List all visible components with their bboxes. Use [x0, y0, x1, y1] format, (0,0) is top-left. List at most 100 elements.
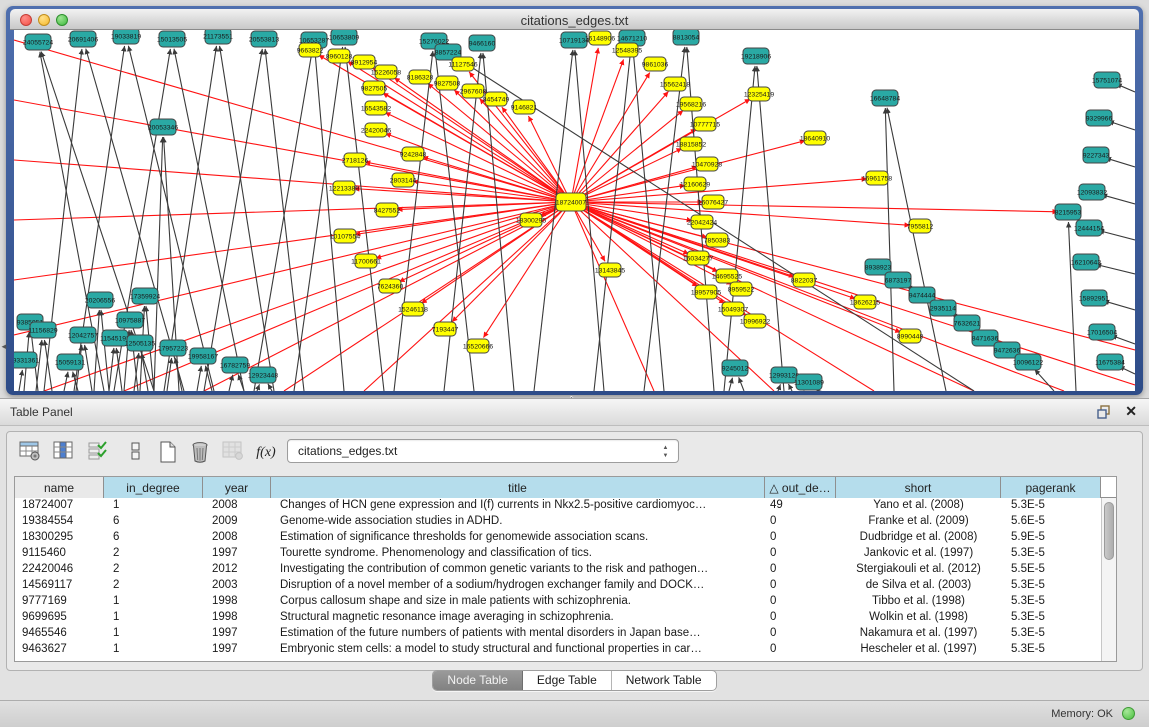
- graph-edge[interactable]: [64, 372, 68, 391]
- graph-node[interactable]: 8959522: [728, 282, 755, 296]
- cell-title[interactable]: Estimation of the future numbers of pati…: [271, 626, 765, 642]
- column-header-title[interactable]: title: [271, 477, 765, 498]
- graph-edge[interactable]: [778, 384, 780, 391]
- graph-node[interactable]: 16543582: [361, 101, 391, 115]
- table-settings-icon[interactable]: [17, 440, 43, 466]
- cell-in_degree[interactable]: 1: [104, 642, 203, 658]
- cell-name[interactable]: 18300295: [15, 530, 104, 546]
- graph-node[interactable]: 19568216: [676, 97, 706, 111]
- cell-short[interactable]: Nakamura et al. (1997): [836, 626, 1001, 642]
- graph-node[interactable]: 15892951: [1079, 290, 1109, 306]
- graph-edge[interactable]: [14, 202, 571, 220]
- graph-edge[interactable]: [729, 378, 732, 391]
- graph-edge[interactable]: [257, 384, 259, 391]
- graph-node[interactable]: 10777715: [690, 117, 720, 131]
- column-header-name[interactable]: name: [15, 477, 104, 498]
- cell-short[interactable]: Wolkin et al. (1998): [836, 610, 1001, 626]
- cell-pagerank[interactable]: 5.5E-5: [1001, 562, 1101, 578]
- graph-node[interactable]: 15751074: [1092, 72, 1122, 88]
- graph-node[interactable]: 15013505: [157, 31, 187, 47]
- graph-edge[interactable]: [315, 50, 344, 391]
- graph-edge[interactable]: [1068, 222, 1076, 391]
- graph-node[interactable]: 14695525: [712, 269, 742, 283]
- cell-short[interactable]: Franke et al. (2009): [836, 514, 1001, 530]
- column-header-short[interactable]: short: [836, 477, 1001, 498]
- window-titlebar[interactable]: citations_edges.txt: [10, 9, 1139, 30]
- graph-node[interactable]: 8960128: [326, 49, 353, 63]
- new-file-icon[interactable]: [155, 440, 181, 466]
- table-row[interactable]: 1872400712008Changes of HCN gene express…: [15, 498, 1116, 514]
- graph-node[interactable]: 8454749: [483, 92, 510, 106]
- graph-node[interactable]: 12923448: [248, 367, 278, 383]
- graph-edge[interactable]: [571, 92, 668, 202]
- cell-title[interactable]: Disruption of a novel member of a sodium…: [271, 578, 765, 594]
- graph-edge[interactable]: [757, 66, 784, 391]
- cell-out_de[interactable]: 0: [765, 626, 836, 642]
- cell-name[interactable]: 18724007: [15, 498, 104, 514]
- table-row[interactable]: 1456911722003Disruption of a novel membe…: [15, 578, 1116, 594]
- graph-node[interactable]: 19218906: [741, 48, 771, 64]
- cell-in_degree[interactable]: 2: [104, 546, 203, 562]
- graph-node[interactable]: 10653809: [329, 30, 359, 45]
- graph-edge[interactable]: [345, 47, 384, 391]
- graph-node[interactable]: 15226058: [371, 65, 401, 79]
- graph-edge[interactable]: [284, 202, 571, 391]
- graph-node[interactable]: 16148906: [585, 31, 615, 45]
- cell-in_degree[interactable]: 2: [104, 578, 203, 594]
- cell-pagerank[interactable]: 5.3E-5: [1001, 498, 1101, 514]
- graph-node[interactable]: 17957223: [158, 340, 188, 356]
- graph-node[interactable]: 21173551: [203, 30, 233, 44]
- graph-node[interactable]: 9827508: [434, 76, 461, 90]
- cell-title[interactable]: Structural magnetic resonance image aver…: [271, 610, 765, 626]
- close-panel-icon[interactable]: ✕: [1125, 403, 1137, 420]
- graph-edge[interactable]: [421, 202, 571, 303]
- select-rows-icon[interactable]: [85, 440, 111, 466]
- cell-in_degree[interactable]: 1: [104, 594, 203, 610]
- graph-node[interactable]: 12160629: [680, 177, 710, 191]
- panel-collapse-arrow-icon[interactable]: ◄: [0, 341, 7, 353]
- column-header-year[interactable]: year: [203, 477, 271, 498]
- graph-node[interactable]: 17359924: [130, 288, 160, 304]
- cell-name[interactable]: 9115460: [15, 546, 104, 562]
- graph-node[interactable]: 18300295: [516, 213, 546, 227]
- graph-node[interactable]: 8215953: [1055, 204, 1082, 220]
- graph-node[interactable]: 22420046: [361, 123, 391, 137]
- cell-pagerank[interactable]: 5.3E-5: [1001, 578, 1101, 594]
- graph-node[interactable]: 16648784: [870, 90, 900, 106]
- tab-edge-table[interactable]: Edge Table: [523, 671, 612, 691]
- table-row[interactable]: 911546021997Tourette syndrome. Phenomeno…: [15, 546, 1116, 562]
- table-row[interactable]: 977716911998Corpus callosum shape and si…: [15, 594, 1116, 610]
- table-row[interactable]: 2242004622012Investigating the contribut…: [15, 562, 1116, 578]
- cell-short[interactable]: Stergiakouli et al. (2012): [836, 562, 1001, 578]
- cell-short[interactable]: Dudbridge et al. (2008): [836, 530, 1001, 546]
- graph-node[interactable]: 7624360: [377, 279, 404, 293]
- graph-node[interactable]: 16210643: [1071, 254, 1101, 270]
- cell-pagerank[interactable]: 5.3E-5: [1001, 642, 1101, 658]
- graph-node[interactable]: 16520666: [463, 339, 493, 353]
- cell-year[interactable]: 2008: [203, 498, 271, 514]
- graph-node[interactable]: 2803144: [390, 173, 417, 187]
- graph-edge[interactable]: [294, 47, 343, 391]
- column-header-in_degree[interactable]: in_degree: [104, 477, 203, 498]
- cell-in_degree[interactable]: 6: [104, 514, 203, 530]
- cell-short[interactable]: Yano et al. (2008): [836, 498, 1001, 514]
- cell-short[interactable]: de Silva et al. (2003): [836, 578, 1001, 594]
- graph-node[interactable]: 8990448: [897, 329, 924, 343]
- table-panel-titlebar[interactable]: Table Panel ✕: [0, 399, 1149, 426]
- graph-node[interactable]: 9146821: [511, 100, 538, 114]
- citation-graph[interactable]: 2405572420691406190338191501350521173551…: [14, 30, 1135, 391]
- graph-edge[interactable]: [44, 340, 52, 391]
- cell-out_de[interactable]: 0: [765, 530, 836, 546]
- graph-node[interactable]: 24055724: [23, 34, 53, 50]
- graph-edge[interactable]: [1096, 264, 1135, 274]
- cell-pagerank[interactable]: 5.3E-5: [1001, 626, 1101, 642]
- cell-in_degree[interactable]: 6: [104, 530, 203, 546]
- rows-icon[interactable]: [123, 440, 149, 466]
- cell-year[interactable]: 2009: [203, 514, 271, 530]
- graph-edge[interactable]: [724, 66, 755, 391]
- cell-out_de[interactable]: 49: [765, 498, 836, 514]
- graph-node[interactable]: 9466160: [469, 35, 496, 51]
- graph-node[interactable]: 13626215: [850, 295, 880, 309]
- graph-node[interactable]: 10996922: [740, 314, 770, 328]
- cell-year[interactable]: 2003: [203, 578, 271, 594]
